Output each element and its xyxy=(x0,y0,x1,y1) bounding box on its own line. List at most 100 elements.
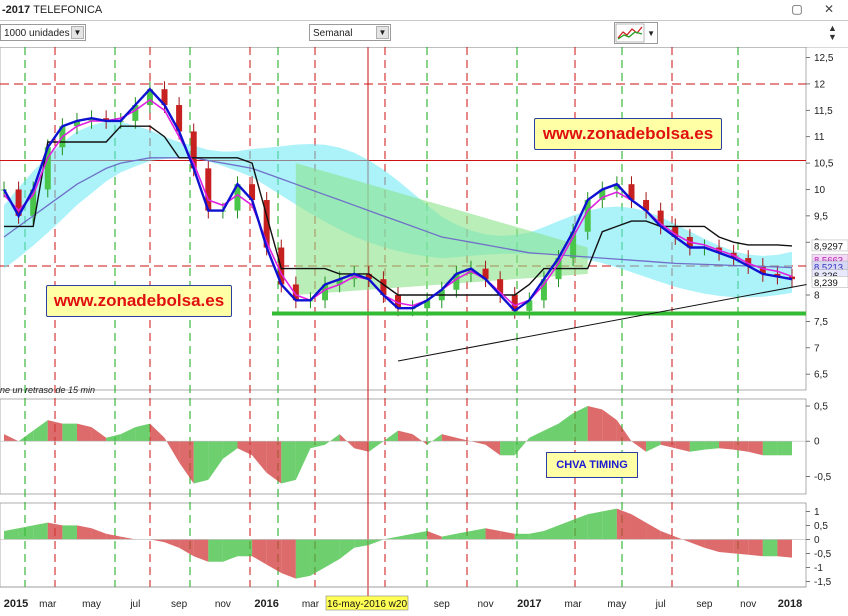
x-tick-label: 2017 xyxy=(517,598,541,610)
oscillator-segment xyxy=(91,427,107,442)
oscillator-segment xyxy=(412,531,428,540)
oscillator-segment xyxy=(602,409,617,442)
oscillator-segment xyxy=(208,539,223,562)
oscillator-segment xyxy=(660,441,676,449)
oscillator-segment xyxy=(529,430,544,442)
oscillator-segment xyxy=(441,533,457,540)
oscillator-segment xyxy=(558,413,574,442)
oscillator-segment xyxy=(266,539,282,573)
oscillator-segment xyxy=(62,423,77,442)
oscillator-panel-1 xyxy=(0,406,806,484)
y-tick-label: 8 xyxy=(814,291,820,302)
restore-icon[interactable]: ▢ xyxy=(790,2,804,16)
oscillator-segment xyxy=(310,539,326,576)
x-tick-label: sep xyxy=(434,599,451,610)
title-year: -2017 xyxy=(2,4,31,16)
oscillator-segment xyxy=(193,539,209,562)
oscillator-segment xyxy=(179,539,194,557)
chevron-down-icon[interactable]: ▼ xyxy=(647,29,655,38)
oscillator-segment xyxy=(62,525,77,540)
oscillator-segment xyxy=(777,441,792,456)
oscillator-segment xyxy=(295,539,311,579)
x-tick-label: nov xyxy=(215,599,231,610)
oscillator-segment xyxy=(281,441,296,484)
oscillator-segment xyxy=(441,434,457,442)
chevron-down-icon[interactable]: ▼ xyxy=(376,26,389,39)
ticker-name: TELEFONICA xyxy=(33,4,103,16)
oscillator-segment xyxy=(383,536,398,540)
oscillator-segment xyxy=(91,528,107,540)
oscillator-segment xyxy=(33,522,48,540)
oscillator-segment xyxy=(4,434,19,442)
y-tick-label: -1 xyxy=(814,563,823,574)
oscillator-segment xyxy=(222,441,238,459)
panel-frame xyxy=(0,502,807,588)
x-tick-label: sep xyxy=(171,599,188,610)
units-select-value: 1000 unidades xyxy=(4,28,70,39)
oscillator-segment xyxy=(456,437,471,442)
y-tick-label: 10,5 xyxy=(814,159,834,170)
oscillator-segment xyxy=(733,441,749,452)
y-tick-label: -1,5 xyxy=(814,577,832,588)
oscillator-segment xyxy=(616,508,632,540)
y-tick-label: 1 xyxy=(814,507,820,518)
x-tick-label: 2015 xyxy=(4,598,28,610)
x-tick-label: mar xyxy=(564,599,582,610)
y-tick-label: 0,5 xyxy=(814,521,828,532)
oscillator-segment xyxy=(193,441,209,484)
oscillator-segment xyxy=(398,430,413,442)
units-select[interactable]: 1000 unidades ▼ xyxy=(0,24,86,41)
y-tick-label: -0,5 xyxy=(814,549,832,560)
oscillator-segment xyxy=(339,539,355,559)
oscillator-segment xyxy=(762,539,778,557)
x-tick-label: nov xyxy=(740,599,756,610)
scroll-arrows[interactable]: ▲ ▼ xyxy=(828,24,837,42)
oscillator-segment xyxy=(456,531,471,540)
oscillator-segment xyxy=(252,441,267,473)
oscillator-segment xyxy=(704,539,720,552)
oscillator-segment xyxy=(383,430,398,442)
oscillator-segment xyxy=(631,514,647,540)
oscillator-segment xyxy=(529,531,544,540)
oscillator-segment xyxy=(368,539,384,545)
oscillator-segment xyxy=(310,441,326,449)
oscillator-segment xyxy=(500,531,515,540)
oscillator-segment xyxy=(485,528,501,540)
x-tick-label: 2016 xyxy=(254,598,278,610)
oscillator-segment xyxy=(689,539,705,548)
oscillator-segment xyxy=(646,522,661,540)
oscillator-segment xyxy=(208,441,223,480)
oscillator-segment xyxy=(748,539,763,557)
y-tick-label: 0 xyxy=(814,535,820,546)
y-tick-label: 9,5 xyxy=(814,211,828,222)
oscillator-panel-2 xyxy=(0,508,806,579)
x-tick-label: may xyxy=(607,599,626,610)
chevron-down-icon[interactable]: ▼ xyxy=(71,26,84,39)
oscillator-segment xyxy=(252,539,267,565)
oscillator-segment xyxy=(281,539,296,579)
close-icon[interactable]: ✕ xyxy=(822,2,836,16)
x-tick-label: jul xyxy=(129,599,140,610)
oscillator-segment xyxy=(222,539,238,562)
oscillator-segment xyxy=(719,539,734,554)
oscillator-segment xyxy=(587,511,603,540)
y-tick-label: 12,5 xyxy=(814,53,834,64)
oscillator-segment xyxy=(587,406,603,442)
oscillator-segment xyxy=(325,539,340,568)
window-title: -2017 TELEFONICA xyxy=(2,0,102,20)
oscillator-segment xyxy=(543,423,559,442)
chart-type-icon xyxy=(615,23,645,43)
oscillator-segment xyxy=(675,441,690,452)
oscillator-segment xyxy=(777,539,792,558)
cursor-date-label: 16-may-2016 w20 xyxy=(327,599,407,610)
oscillator-segment xyxy=(237,441,253,456)
period-select[interactable]: Semanal ▼ xyxy=(309,24,391,41)
oscillator-segment xyxy=(266,441,282,484)
chart-type-button[interactable]: ▼ xyxy=(614,22,658,44)
delay-note: ne un retraso de 15 min xyxy=(0,385,96,395)
watermark-top: www.zonadebolsa.es xyxy=(534,118,722,150)
oscillator-segment xyxy=(733,539,749,555)
oscillator-segment xyxy=(354,539,369,548)
oscillator-segment xyxy=(602,508,617,540)
indicator-label: CHVA TIMING xyxy=(546,452,638,478)
